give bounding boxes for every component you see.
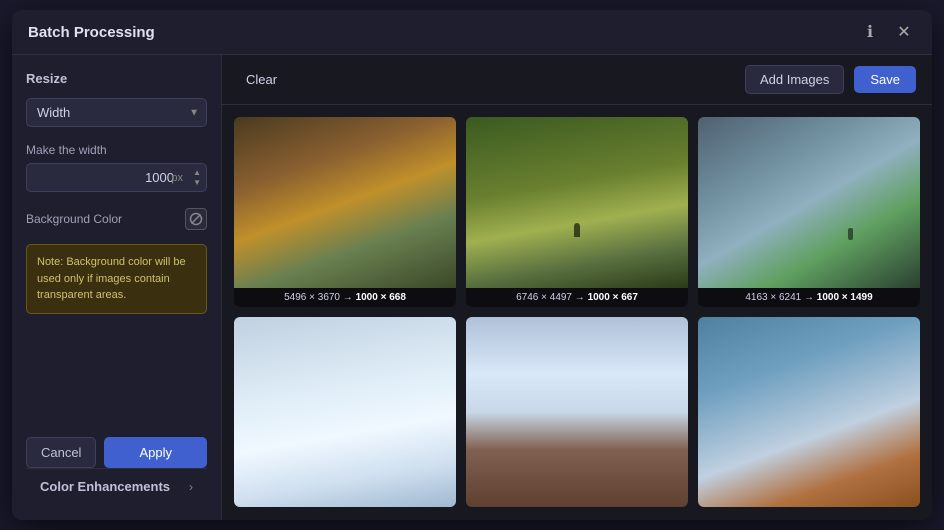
image-thumbnail [698,317,920,507]
note-box: Note: Background color will be used only… [26,244,207,314]
dialog-body: Resize Width Height Longest Side Shortes… [12,55,932,520]
dialog-header: Batch Processing ℹ ✕ [12,10,932,55]
resize-mode-select[interactable]: Width Height Longest Side Shortest Side [26,98,207,127]
width-input[interactable] [26,163,207,192]
clear-button[interactable]: Clear [238,68,285,91]
add-images-button[interactable]: Add Images [745,65,844,94]
spin-buttons: ▲ ▼ [191,163,203,192]
photo-background [466,117,688,288]
no-color-icon [189,212,203,226]
person-silhouette [848,228,853,240]
bg-color-row: Background Color [26,208,207,230]
close-button[interactable]: ✕ [892,20,916,44]
apply-button[interactable]: Apply [104,437,207,468]
dialog-title: Batch Processing [28,24,858,41]
info-button[interactable]: ℹ [858,20,882,44]
figure-silhouette [574,223,580,237]
photo-background [466,317,688,507]
photo-background [698,317,920,507]
save-button[interactable]: Save [854,66,916,93]
image-thumbnail [234,117,456,288]
image-size-label: 5496 × 3670 → 1000 × 668 [234,288,456,307]
images-grid: 5496 × 3670 → 1000 × 668 6746 × 4497 → 10… [222,105,932,520]
chevron-right-icon: › [189,480,193,494]
color-enhancements-label: Color Enhancements [40,479,170,494]
image-thumbnail [698,117,920,288]
bg-color-label: Background Color [26,212,122,226]
image-thumbnail [234,317,456,507]
width-input-wrap: px ▲ ▼ [26,163,207,192]
image-card[interactable] [234,317,456,507]
spin-down-button[interactable]: ▼ [191,178,203,188]
photo-background [234,117,456,288]
width-select-wrapper: Width Height Longest Side Shortest Side … [26,98,207,127]
image-thumbnail [466,117,688,288]
color-enhancements-section[interactable]: Color Enhancements › [26,468,207,504]
image-size-label: 6746 × 4497 → 1000 × 667 [466,288,688,307]
left-panel: Resize Width Height Longest Side Shortes… [12,55,222,520]
note-text: Note: Background color will be used only… [37,256,186,301]
right-panel: Clear Add Images Save 5496 × 3670 → 1000… [222,55,932,520]
image-card[interactable]: 6746 × 4497 → 1000 × 667 [466,117,688,307]
right-toolbar: Clear Add Images Save [222,55,932,105]
photo-background [698,117,920,288]
resize-section-title: Resize [26,71,207,86]
spin-up-button[interactable]: ▲ [191,168,203,178]
image-size-label: 4163 × 6241 → 1000 × 1499 [698,288,920,307]
no-color-picker[interactable] [185,208,207,230]
header-icons: ℹ ✕ [858,20,916,44]
image-thumbnail [466,317,688,507]
image-card[interactable] [698,317,920,507]
image-card[interactable]: 4163 × 6241 → 1000 × 1499 [698,117,920,307]
batch-processing-dialog: Batch Processing ℹ ✕ Resize Width Height… [12,10,932,520]
cancel-button[interactable]: Cancel [26,437,96,468]
photo-background [234,317,456,507]
width-input-row: px ▲ ▼ [26,163,207,192]
width-field-label: Make the width [26,143,207,157]
action-buttons-row: Cancel Apply [26,437,207,468]
image-card[interactable]: 5496 × 3670 → 1000 × 668 [234,117,456,307]
image-card[interactable] [466,317,688,507]
